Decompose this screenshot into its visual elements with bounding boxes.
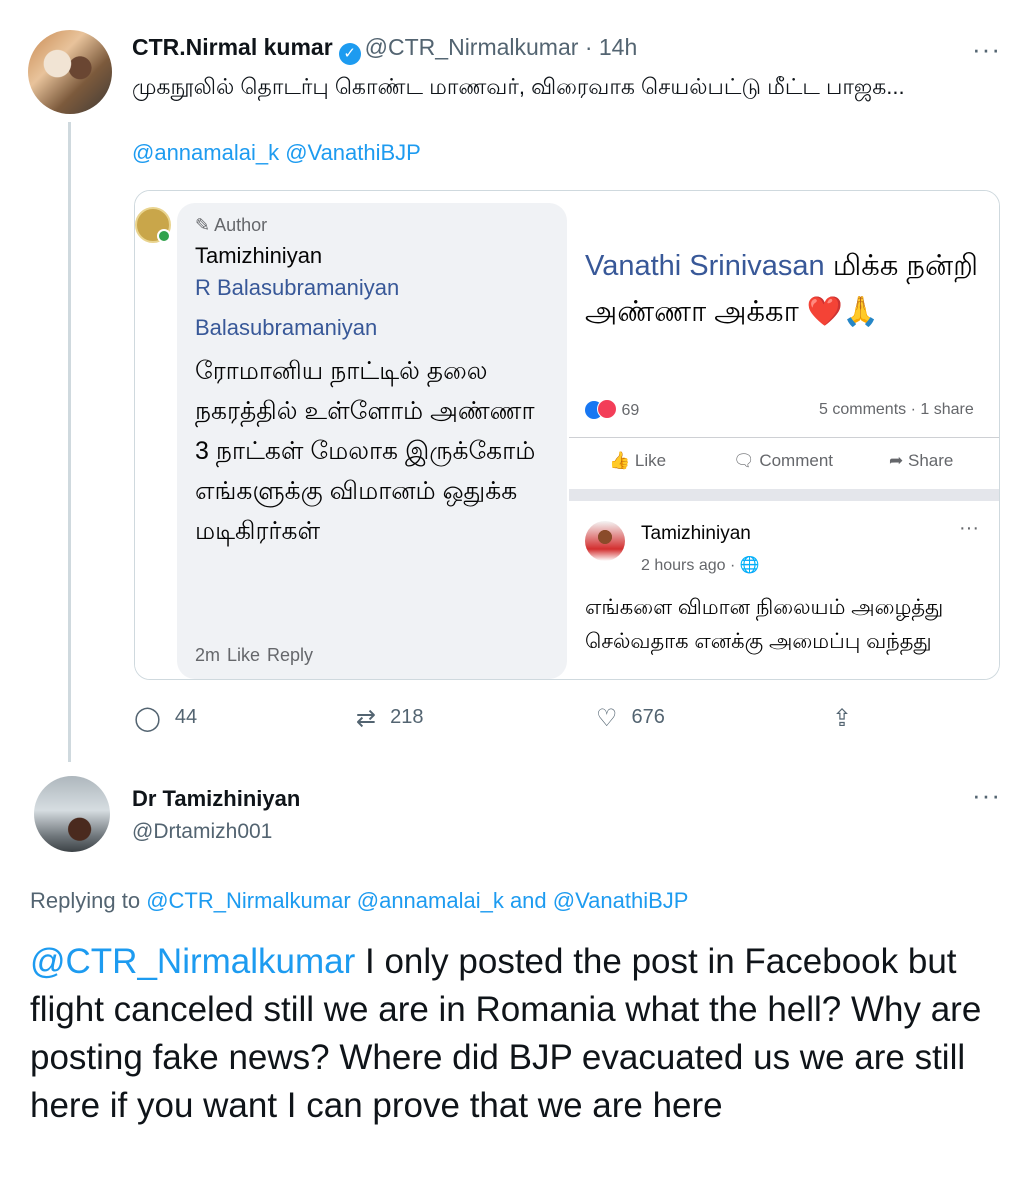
reply-author-name[interactable]: Dr Tamizhiniyan <box>132 786 300 812</box>
reply-author-avatar[interactable] <box>34 776 110 852</box>
author-handle[interactable]: @CTR_Nirmalkumar <box>365 34 579 60</box>
comment-bubble-icon: 🗨 <box>733 451 755 470</box>
tweet-mentions[interactable]: @annamalai_k @VanathiBJP <box>132 140 421 166</box>
tagged-name: R Balasubramaniyan <box>195 275 400 300</box>
retweet-count: 218 <box>390 706 424 728</box>
verified-badge-icon: ✓ <box>338 43 361 65</box>
reply-icon: ◯ <box>134 705 161 732</box>
fb-comment-label: Comment <box>759 451 834 470</box>
fb-like-button: 👍 Like <box>609 451 666 471</box>
reply-mention[interactable]: @CTR_Nirmalkumar <box>30 942 355 981</box>
tweet-header: CTR.Nirmal kumar ✓ @CTR_Nirmalkumar · 14h <box>132 34 637 65</box>
share-button[interactable]: ⇪ <box>832 704 866 733</box>
post-author-avatar <box>585 521 625 561</box>
retweet-button[interactable]: ⇄ 218 <box>356 704 423 733</box>
author-name[interactable]: CTR.Nirmal kumar <box>132 34 333 60</box>
retweet-icon: ⇄ <box>356 705 377 732</box>
thread-line <box>68 122 71 762</box>
thumbs-up-icon: 👍 <box>609 451 631 470</box>
fb-post-panel: Vanathi Srinivasan மிக்க நன்றி அண்ணா அக்… <box>569 191 999 679</box>
replying-to-mentions[interactable]: @CTR_Nirmalkumar @annamalai_k and @Vanat… <box>146 888 688 913</box>
reply-text: @CTR_Nirmalkumar I only posted the post … <box>30 938 1005 1130</box>
comment-author-name: Tamizhiniyan <box>195 243 323 268</box>
replying-prefix: Replying to <box>30 888 147 913</box>
like-count: 676 <box>631 706 665 728</box>
love-reaction-icon <box>597 399 617 419</box>
comment-actions: 2m Like Reply <box>195 645 314 665</box>
post-more-icon: ··· <box>959 517 979 539</box>
reply-button[interactable]: ◯ 44 <box>134 704 197 733</box>
fb-comment-button: 🗨 Comment <box>733 451 833 471</box>
reaction-count: 69 <box>621 402 640 419</box>
fb-comment-panel: ✎ Author Tamizhiniyan R Balasubramaniyan… <box>135 191 567 679</box>
post-text: எங்களை விமான நிலையம் அழைத்து செல்வதாக என… <box>585 596 944 653</box>
share-icon: ⇪ <box>832 705 853 732</box>
author-tag: ✎ Author <box>195 215 268 235</box>
share-arrow-icon: ➦ <box>889 451 904 470</box>
fb-share-button: ➦ Share <box>889 451 953 471</box>
online-status-dot <box>157 229 171 243</box>
like-button[interactable]: ♡ 676 <box>596 704 665 733</box>
divider <box>569 437 999 438</box>
fb-share-label: Share <box>907 451 954 470</box>
post-author-name: Tamizhiniyan <box>641 523 751 544</box>
author-avatar[interactable] <box>28 30 112 114</box>
post-time: 2 hours ago · 🌐 <box>641 557 760 574</box>
replying-to: Replying to @CTR_Nirmalkumar @annamalai_… <box>30 888 688 914</box>
tweet-time[interactable]: · 14h <box>585 34 637 60</box>
comment-text: ரோமானிய நாட்டில் தலை நகரத்தில் உள்ளோம் அ… <box>195 357 536 545</box>
heart-icon: ♡ <box>596 705 618 732</box>
fb-like-label: Like <box>634 451 667 470</box>
comments-shares-count: 5 comments · 1 share <box>819 401 974 418</box>
more-options-icon[interactable]: ··· <box>972 34 1001 65</box>
tagged-name-2: Balasubramaniyan <box>195 315 378 340</box>
reaction-summary: 69 <box>585 399 639 420</box>
reply-more-options-icon[interactable]: ··· <box>972 780 1001 811</box>
reply-count: 44 <box>174 706 198 728</box>
vanathi-comment: Vanathi Srinivasan மிக்க நன்றி அண்ணா அக்… <box>585 243 985 335</box>
vanathi-name: Vanathi Srinivasan <box>585 250 825 282</box>
tweet-text: முகநூலில் தொடர்பு கொண்ட மாணவர், விரைவாக … <box>132 74 905 99</box>
section-divider <box>569 489 999 501</box>
reply-author-handle[interactable]: @Drtamizh001 <box>132 820 272 844</box>
embedded-image[interactable]: ✎ Author Tamizhiniyan R Balasubramaniyan… <box>134 190 1000 680</box>
